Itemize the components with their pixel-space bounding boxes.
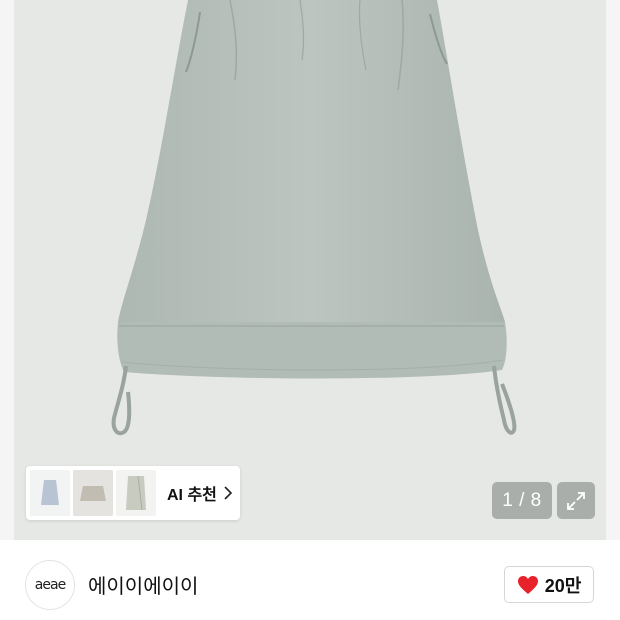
- skirt-body: [118, 0, 505, 322]
- left-drawstring: [111, 365, 132, 436]
- brand-logo-avatar[interactable]: aeae: [25, 560, 75, 610]
- brand-name[interactable]: 에이이에이이: [88, 570, 198, 599]
- skirt-thumb-icon: [30, 470, 70, 516]
- recommend-thumb-3[interactable]: [116, 470, 156, 516]
- recommend-thumb-1[interactable]: [30, 470, 70, 516]
- brand-row: aeae 에이이에이이 20만: [0, 540, 620, 620]
- heart-icon: [517, 575, 538, 594]
- expand-icon: [567, 491, 585, 510]
- mini-skirt-thumb-icon: [73, 470, 113, 516]
- right-drawstring: [492, 365, 517, 435]
- like-button[interactable]: 20만: [504, 566, 594, 603]
- brand-logo-text: aeae: [34, 577, 66, 593]
- expand-image-button[interactable]: [557, 482, 595, 519]
- chevron-right-icon[interactable]: [223, 486, 233, 500]
- wrap-skirt-thumb-icon: [116, 470, 156, 516]
- image-counter: 1 / 8: [492, 482, 552, 519]
- recommend-thumb-2[interactable]: [73, 470, 113, 516]
- skirt-product-photo: [111, 0, 517, 436]
- ai-recommend-strip[interactable]: AI 추천: [26, 466, 240, 520]
- like-count: 20만: [544, 575, 582, 596]
- ai-recommend-label[interactable]: AI 추천: [167, 481, 217, 505]
- product-detail-page: AI 추천 1 / 8 aeae 에이이에이이 20만: [0, 0, 620, 620]
- product-image-carousel[interactable]: AI 추천 1 / 8: [0, 0, 620, 540]
